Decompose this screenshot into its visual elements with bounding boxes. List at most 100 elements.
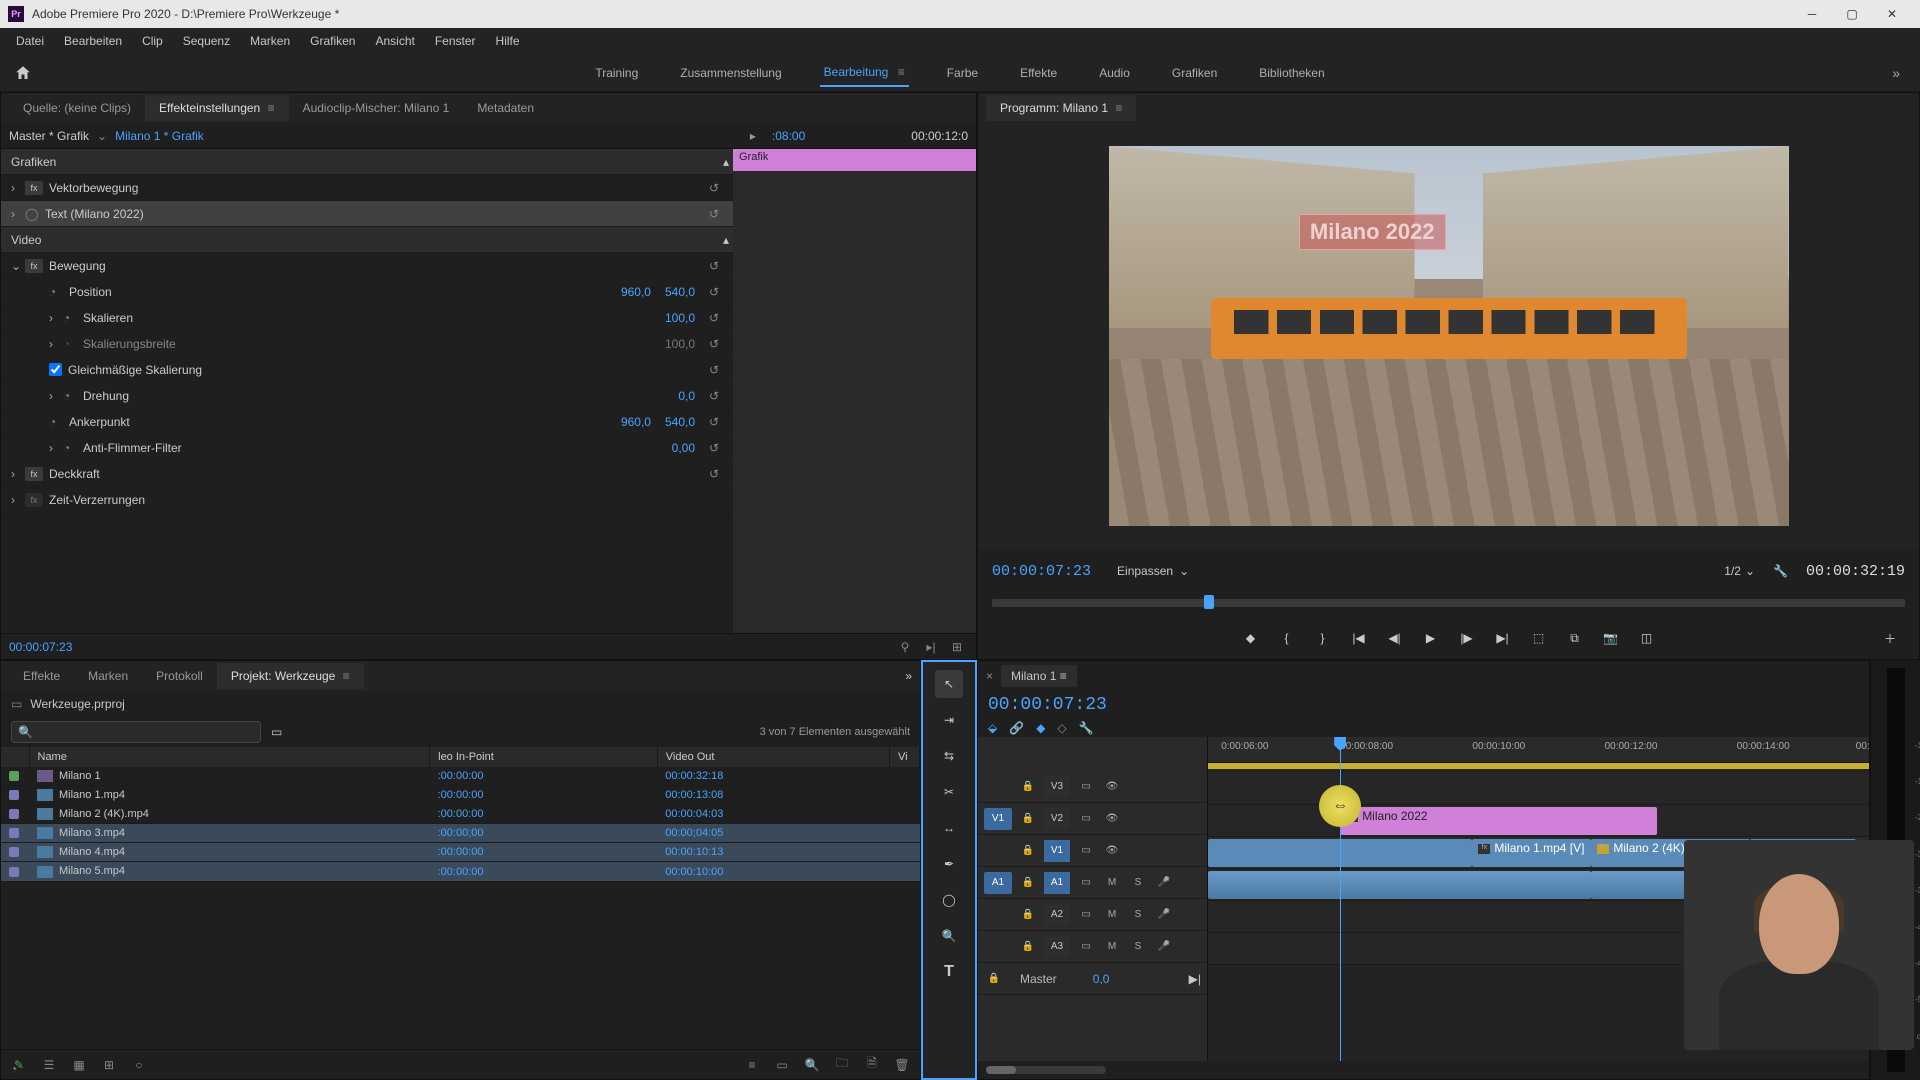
- lock-icon[interactable]: 🔒: [984, 969, 1004, 989]
- status-icon[interactable]: ◔: [10, 1062, 17, 1076]
- add-marker-icon[interactable]: ◆: [1036, 721, 1045, 735]
- tab-metadata[interactable]: Metadaten: [463, 95, 548, 121]
- program-viewport[interactable]: Milano 2022: [1109, 146, 1789, 526]
- menu-ansicht[interactable]: Ansicht: [365, 30, 424, 52]
- menu-clip[interactable]: Clip: [132, 30, 173, 52]
- lock-icon[interactable]: 🔒: [1018, 873, 1038, 893]
- tool-selection[interactable]: ↖: [935, 670, 963, 698]
- twisty-icon[interactable]: ⌄: [11, 259, 25, 273]
- workspace-zusammenstellung[interactable]: Zusammenstellung: [676, 60, 785, 86]
- source-a1[interactable]: A1: [984, 872, 1012, 894]
- voiceover-icon[interactable]: 🎤: [1154, 937, 1174, 957]
- play-button[interactable]: ▶: [1416, 624, 1446, 652]
- bin-icon[interactable]: ▭: [11, 697, 22, 711]
- menu-bearbeiten[interactable]: Bearbeiten: [54, 30, 132, 52]
- delete-icon[interactable]: 🗑: [892, 1055, 912, 1075]
- zoom-slider-icon[interactable]: ○: [129, 1055, 149, 1075]
- stopwatch-icon[interactable]: ◔: [49, 285, 65, 299]
- solo-button[interactable]: S: [1128, 905, 1148, 925]
- go-to-out-button[interactable]: ▶|: [1488, 624, 1518, 652]
- tool-hand-zoom[interactable]: 🔍: [935, 922, 963, 950]
- close-sequence-icon[interactable]: ×: [986, 669, 993, 683]
- tool-pen[interactable]: ✒: [935, 850, 963, 878]
- tab-project[interactable]: Projekt: Werkzeuge ≡: [217, 663, 364, 689]
- stopwatch-icon[interactable]: ◔: [63, 311, 79, 325]
- tab-effects[interactable]: Effekte: [9, 663, 74, 689]
- tool-razor[interactable]: ✂: [935, 778, 963, 806]
- sync-lock-icon[interactable]: ▭: [1076, 777, 1096, 797]
- tool-type[interactable]: T: [935, 958, 963, 986]
- sync-lock-icon[interactable]: ▭: [1076, 937, 1096, 957]
- ec-position-x[interactable]: 960,0: [621, 285, 651, 299]
- menu-fenster[interactable]: Fenster: [425, 30, 486, 52]
- col-name[interactable]: Name: [29, 747, 430, 767]
- step-forward-button[interactable]: |▶: [1452, 624, 1482, 652]
- close-window-button[interactable]: ✕: [1872, 0, 1912, 28]
- reset-icon[interactable]: ↺: [709, 207, 729, 221]
- voiceover-icon[interactable]: 🎤: [1154, 873, 1174, 893]
- timeline-ruler[interactable]: 0:00:06:0000:00:08:0000:00:10:0000:00:12…: [1208, 737, 1869, 763]
- comparison-button[interactable]: ◫: [1632, 624, 1662, 652]
- mark-out-button[interactable]: }: [1308, 624, 1338, 652]
- eye-icon[interactable]: 👁: [1102, 841, 1122, 861]
- tab-audio-mixer[interactable]: Audioclip-Mischer: Milano 1: [289, 95, 464, 121]
- reset-icon[interactable]: ↺: [709, 337, 729, 351]
- tool-ripple-edit[interactable]: ⇆: [935, 742, 963, 770]
- tab-program[interactable]: Programm: Milano 1 ≡: [986, 95, 1136, 121]
- clip-graphic[interactable]: fxMilano 2022: [1340, 807, 1657, 835]
- track-v1[interactable]: V1: [1044, 840, 1070, 862]
- ec-drehung-val[interactable]: 0,0: [678, 389, 695, 403]
- workspace-bibliotheken[interactable]: Bibliotheken: [1255, 60, 1328, 86]
- project-row[interactable]: Milano 5.mp4 :00:00:0000:00:10:00: [1, 862, 920, 881]
- solo-button[interactable]: S: [1128, 873, 1148, 893]
- mute-button[interactable]: M: [1102, 873, 1122, 893]
- tool-slip[interactable]: ↔: [935, 814, 963, 842]
- timeline-timecode[interactable]: 00:00:07:23: [988, 695, 1107, 715]
- lock-icon[interactable]: 🔒: [1018, 841, 1038, 861]
- sequence-tab[interactable]: Milano 1 ≡: [1001, 665, 1077, 687]
- stopwatch-icon[interactable]: ◔: [63, 441, 79, 455]
- chevron-down-icon[interactable]: ⌄: [97, 129, 107, 143]
- fx-badge[interactable]: fx: [25, 259, 43, 273]
- mute-button[interactable]: M: [1102, 937, 1122, 957]
- sort-icon[interactable]: ≡: [742, 1055, 762, 1075]
- twisty-icon[interactable]: ›: [49, 311, 63, 325]
- track-v2[interactable]: V2: [1044, 808, 1070, 830]
- tab-protokoll[interactable]: Protokoll: [142, 663, 217, 689]
- master-out-icon[interactable]: ▶|: [1189, 972, 1201, 986]
- tab-marken[interactable]: Marken: [74, 663, 142, 689]
- ec-position-y[interactable]: 540,0: [665, 285, 695, 299]
- clip-v1-a[interactable]: fxMilano 1.mp4 [V]: [1472, 839, 1591, 867]
- lock-icon[interactable]: 🔒: [1018, 905, 1038, 925]
- clip-a1-0[interactable]: [1208, 871, 1591, 899]
- new-bin-icon[interactable]: 🗀: [832, 1055, 852, 1075]
- workspace-audio[interactable]: Audio: [1095, 60, 1134, 86]
- panel-overflow-icon[interactable]: »: [905, 669, 912, 683]
- ec-skalieren-val[interactable]: 100,0: [665, 311, 695, 325]
- sync-lock-icon[interactable]: ▭: [1076, 873, 1096, 893]
- ec-zeitverzerrungen[interactable]: Zeit-Verzerrungen: [49, 493, 729, 507]
- project-search-input[interactable]: [37, 725, 254, 739]
- project-row[interactable]: Milano 2 (4K).mp4 :00:00:0000:00:04:03: [1, 805, 920, 824]
- workspace-training[interactable]: Training: [591, 60, 642, 86]
- solo-button[interactable]: S: [1128, 937, 1148, 957]
- twisty-icon[interactable]: ›: [49, 441, 63, 455]
- list-view-icon[interactable]: ☰: [39, 1055, 59, 1075]
- timeline-zoom-thumb[interactable]: [986, 1066, 1016, 1074]
- sync-lock-icon[interactable]: ▭: [1076, 905, 1096, 925]
- wrench-icon[interactable]: 🔧: [1773, 564, 1788, 578]
- source-v1[interactable]: V1: [984, 808, 1012, 830]
- sync-lock-icon[interactable]: ▭: [1076, 841, 1096, 861]
- ec-uniform-check[interactable]: [49, 363, 62, 376]
- workspace-effekte[interactable]: Effekte: [1016, 60, 1061, 86]
- panel-menu-icon[interactable]: ≡: [1060, 669, 1067, 683]
- voiceover-icon[interactable]: 🎤: [1154, 905, 1174, 925]
- sync-lock-icon[interactable]: ▭: [1076, 809, 1096, 829]
- project-row[interactable]: Milano 4.mp4 :00:00:0000:00:10:13: [1, 843, 920, 862]
- track-area-v2[interactable]: fxMilano 2022: [1208, 805, 1869, 837]
- ec-master-link[interactable]: Master * Grafik: [9, 129, 89, 143]
- project-filter-icon[interactable]: ▭: [271, 725, 282, 739]
- step-back-button[interactable]: ◀|: [1380, 624, 1410, 652]
- ec-antiflimmer-val[interactable]: 0,00: [672, 441, 695, 455]
- ec-btn2[interactable]: ⊞: [946, 637, 968, 657]
